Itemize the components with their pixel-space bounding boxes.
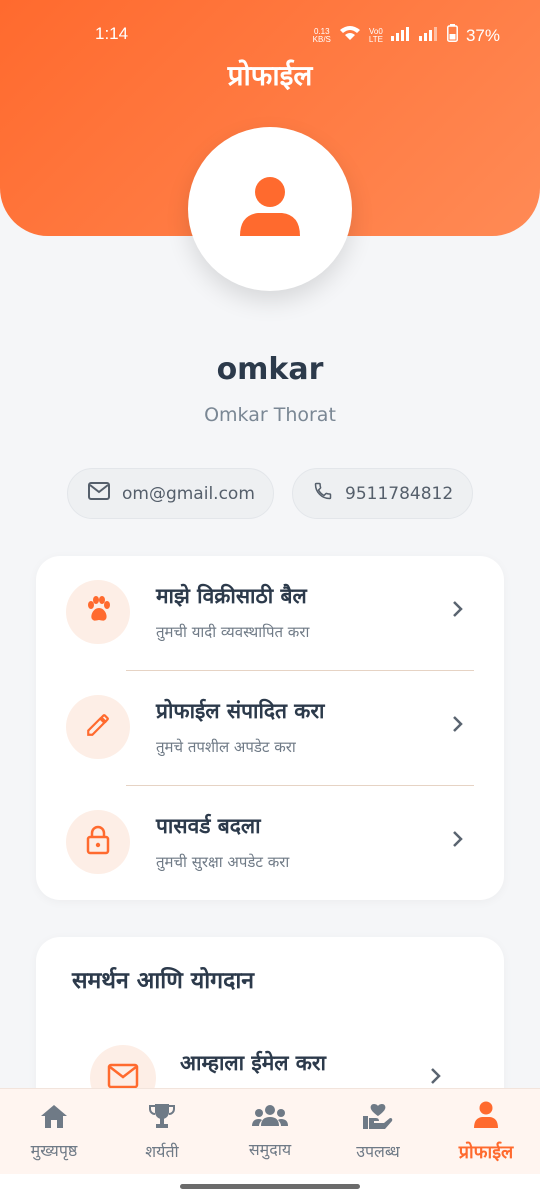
phone-icon	[313, 481, 333, 506]
phone-text: 9511784812	[345, 483, 454, 504]
profile-full-name: Omkar Thorat	[204, 404, 336, 426]
person-icon	[473, 1101, 499, 1134]
hand-heart-icon	[362, 1102, 394, 1134]
pencil-icon	[85, 712, 111, 742]
lock-icon	[85, 825, 111, 859]
signal-icon-1	[390, 26, 411, 46]
menu-item-edit-profile[interactable]: प्रोफाईल संपादित करा तुमचे तपशील अपडेट क…	[36, 671, 504, 786]
menu-item-title: माझे विक्रीसाठी बैल	[156, 584, 307, 608]
menu-item-subtitle: तुमची सुरक्षा अपडेट करा	[156, 853, 290, 871]
profile-username: omkar	[216, 352, 324, 387]
paw-icon	[83, 595, 113, 629]
nav-home[interactable]: मुख्यपृष्ठ	[0, 1089, 108, 1175]
support-item-title: आम्हाला ईमेल करा	[180, 1051, 326, 1075]
email-chip[interactable]: om@gmail.com	[67, 468, 274, 519]
status-bar: 1:14 0.13 KB/S Vo0 LTE 37%	[0, 22, 540, 50]
nav-label: प्रोफाईल	[458, 1141, 514, 1163]
nav-profile[interactable]: प्रोफाईल	[432, 1089, 540, 1175]
status-icons: 0.13 KB/S Vo0 LTE 37%	[313, 24, 500, 47]
gesture-handle[interactable]	[180, 1184, 360, 1189]
support-section-title: समर्थन आणि योगदान	[72, 968, 255, 994]
person-icon	[238, 175, 302, 243]
chevron-right-icon	[430, 1067, 442, 1089]
mail-icon	[88, 482, 110, 505]
page-title: प्रोफाईल	[227, 59, 313, 92]
email-text: om@gmail.com	[122, 483, 255, 504]
menu-item-subtitle: तुमचे तपशील अपडेट करा	[156, 738, 296, 756]
chevron-right-icon	[452, 715, 464, 737]
nav-label: मुख्यपृष्ठ	[30, 1141, 78, 1160]
chevron-right-icon	[452, 600, 464, 622]
group-icon	[252, 1104, 288, 1132]
battery-percent: 37%	[465, 25, 500, 45]
profile-menu-card: माझे विक्रीसाठी बैल तुमची यादी व्यवस्थाप…	[36, 556, 504, 900]
nav-label: समुदाय	[248, 1140, 292, 1159]
phone-chip[interactable]: 9511784812	[292, 468, 473, 519]
nav-races[interactable]: शर्यती	[108, 1089, 216, 1175]
status-time: 1:14	[95, 24, 129, 43]
volte-indicator: Vo0 LTE	[368, 26, 383, 44]
menu-item-change-password[interactable]: पासवर्ड बदला तुमची सुरक्षा अपडेट करा	[36, 786, 504, 901]
menu-item-title: प्रोफाईल संपादित करा	[156, 699, 325, 723]
wifi-icon	[339, 25, 361, 46]
avatar[interactable]	[188, 127, 352, 291]
menu-item-my-bulls[interactable]: माझे विक्रीसाठी बैल तुमची यादी व्यवस्थाप…	[36, 556, 504, 671]
nav-label: उपलब्ध	[356, 1142, 400, 1161]
menu-item-title: पासवर्ड बदला	[156, 814, 261, 838]
net-speed: 0.13 KB/S	[312, 26, 331, 44]
home-icon	[39, 1103, 69, 1133]
battery-icon	[447, 24, 458, 47]
nav-label: शर्यती	[145, 1142, 179, 1161]
nav-available[interactable]: उपलब्ध	[324, 1089, 432, 1175]
signal-icon-2	[418, 26, 439, 46]
chevron-right-icon	[452, 830, 464, 852]
trophy-icon	[148, 1102, 176, 1134]
menu-item-subtitle: तुमची यादी व्यवस्थापित करा	[156, 623, 310, 641]
bottom-navigation: मुख्यपृष्ठ शर्यती समुदाय उपलब्ध प्रोफाईल	[0, 1088, 540, 1174]
nav-community[interactable]: समुदाय	[216, 1089, 324, 1175]
